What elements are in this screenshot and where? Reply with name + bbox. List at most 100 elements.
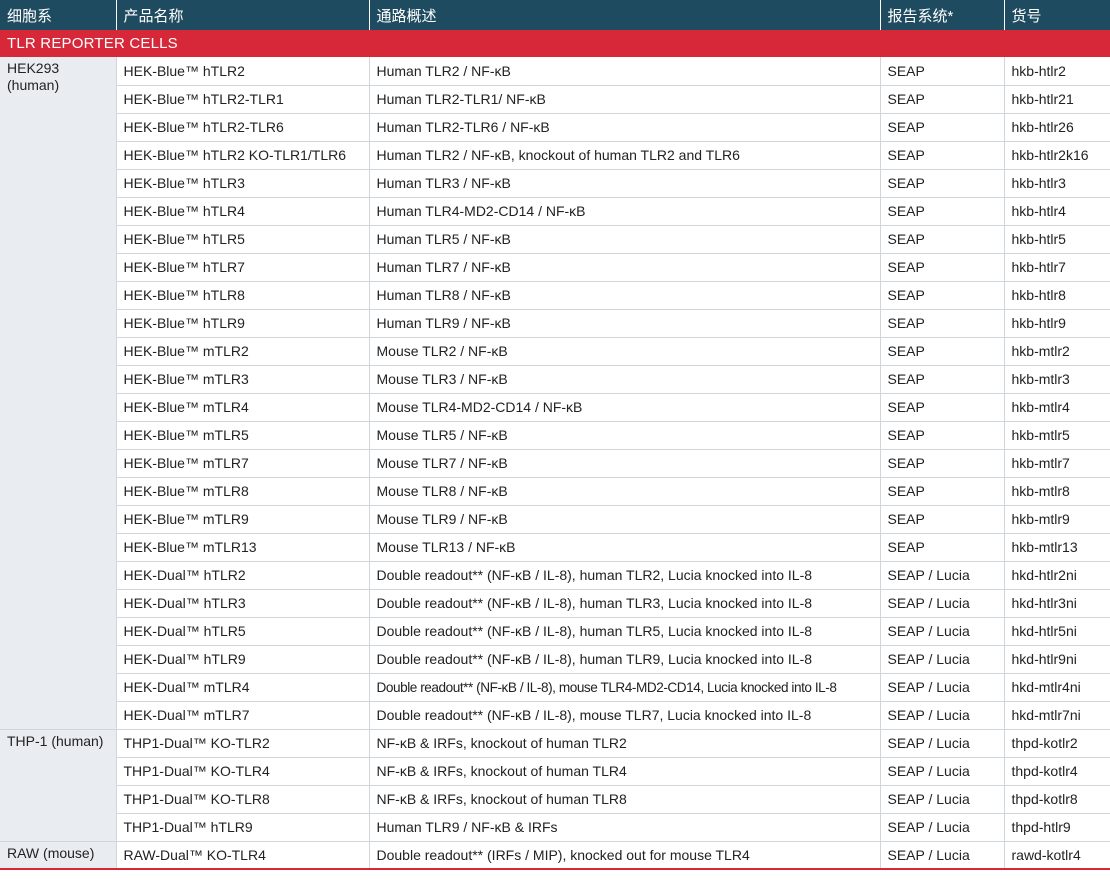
- pathway-summary: Double readout** (NF-κB / IL-8), human T…: [368, 645, 880, 674]
- catalog-number: hkd-htlr2ni: [1003, 561, 1110, 590]
- table-row: HEK-Dual™ mTLR4 Double readout** (NF-κB /…: [0, 673, 1110, 702]
- reporter-system: SEAP: [879, 449, 1004, 478]
- catalog-number: hkb-mtlr2: [1003, 337, 1110, 366]
- product-name: HEK-Blue™ mTLR9: [115, 505, 369, 534]
- catalog-number: hkd-htlr5ni: [1003, 617, 1110, 646]
- pathway-summary: Human TLR3 / NF-κB: [368, 169, 880, 198]
- catalog-number: hkb-htlr21: [1003, 85, 1110, 114]
- pathway-summary: Human TLR7 / NF-κB: [368, 253, 880, 282]
- reporter-system: SEAP: [879, 225, 1004, 254]
- product-name: HEK-Blue™ hTLR5: [115, 225, 369, 254]
- catalog-number: hkb-htlr2k16: [1003, 141, 1110, 170]
- product-name: THP1-Dual™ KO-TLR8: [115, 785, 369, 814]
- product-name: HEK-Blue™ hTLR9: [115, 309, 369, 338]
- catalog-number: hkb-mtlr5: [1003, 421, 1110, 450]
- table-row: HEK-Dual™ mTLR7 Double readout** (NF-κB /…: [0, 701, 1110, 730]
- table-row: HEK-Blue™ mTLR3 Mouse TLR3 / NF-κB SEAP hkb…: [0, 365, 1110, 394]
- product-name: THP1-Dual™ KO-TLR2: [115, 729, 369, 758]
- reporter-system: SEAP: [879, 85, 1004, 114]
- pathway-summary: Human TLR4-MD2-CD14 / NF-κB: [368, 197, 880, 226]
- product-name: HEK-Blue™ hTLR4: [115, 197, 369, 226]
- table-row: HEK-Blue™ mTLR9 Mouse TLR9 / NF-κB SEAP hkb…: [0, 505, 1110, 534]
- pathway-summary: Human TLR5 / NF-κB: [368, 225, 880, 254]
- table-row: HEK-Dual™ hTLR9 Double readout** (NF-κB /…: [0, 645, 1110, 674]
- catalog-number: hkb-mtlr13: [1003, 533, 1110, 562]
- product-name: THP1-Dual™ hTLR9: [115, 813, 369, 842]
- product-name: HEK-Blue™ mTLR3: [115, 365, 369, 394]
- reporter-system: SEAP / Lucia: [879, 645, 1004, 674]
- reporter-system: SEAP / Lucia: [879, 589, 1004, 618]
- catalog-number: hkb-mtlr9: [1003, 505, 1110, 534]
- product-name: HEK-Blue™ hTLR3: [115, 169, 369, 198]
- pathway-summary: Mouse TLR13 / NF-κB: [368, 533, 880, 562]
- pathway-summary: Human TLR2-TLR1/ NF-κB: [368, 85, 880, 114]
- table-row: HEK-Blue™ hTLR2-TLR1 Human TLR2-TLR1/ NF-…: [0, 85, 1110, 114]
- pathway-summary: Mouse TLR9 / NF-κB: [368, 505, 880, 534]
- catalog-number: thpd-kotlr8: [1003, 785, 1110, 814]
- product-name: HEK-Blue™ mTLR5: [115, 421, 369, 450]
- reporter-system: SEAP / Lucia: [879, 757, 1004, 786]
- reporter-system: SEAP / Lucia: [879, 841, 1004, 870]
- table-row: HEK-Blue™ mTLR2 Mouse TLR2 / NF-κB SEAP hkb…: [0, 337, 1110, 366]
- catalog-number: hkb-htlr2: [1003, 57, 1110, 86]
- catalog-number: hkd-mtlr7ni: [1003, 701, 1110, 730]
- catalog-number: hkb-htlr4: [1003, 197, 1110, 226]
- pathway-summary: Double readout** (NF-κB / IL-8), human T…: [368, 561, 880, 590]
- reporter-system: SEAP / Lucia: [879, 729, 1004, 758]
- table-row: RAW (mouse) RAW-Dual™ KO-TLR4 Double reado…: [0, 841, 1110, 870]
- reporter-system: SEAP: [879, 281, 1004, 310]
- reporter-system: SEAP: [879, 113, 1004, 142]
- table-row: HEK-Blue™ mTLR8 Mouse TLR8 / NF-κB SEAP hkb…: [0, 477, 1110, 506]
- pathway-summary: NF-κB & IRFs, knockout of human TLR2: [368, 729, 880, 758]
- pathway-summary: Double readout** (IRFs / MIP), knocked o…: [368, 841, 880, 870]
- catalog-number: thpd-kotlr4: [1003, 757, 1110, 786]
- reporter-system: SEAP / Lucia: [879, 561, 1004, 590]
- reporter-cells-table: 细胞系 产品名称 通路概述 报告系统* 货号 TLR REPORTER CELL…: [0, 0, 1110, 870]
- product-name: HEK-Blue™ mTLR13: [115, 533, 369, 562]
- pathway-summary: Human TLR2-TLR6 / NF-κB: [368, 113, 880, 142]
- table-row: HEK-Blue™ mTLR13 Mouse TLR13 / NF-κB SEAP h…: [0, 533, 1110, 562]
- catalog-number: hkb-mtlr8: [1003, 477, 1110, 506]
- product-name: HEK-Blue™ hTLR2 KO-TLR1/TLR6: [115, 141, 369, 170]
- reporter-system: SEAP / Lucia: [879, 701, 1004, 730]
- table-row: THP1-Dual™ KO-TLR8 NF-κB & IRFs, knockout…: [0, 785, 1110, 814]
- product-name: HEK-Dual™ hTLR2: [115, 561, 369, 590]
- reporter-system: SEAP / Lucia: [879, 785, 1004, 814]
- catalog-number: hkd-htlr3ni: [1003, 589, 1110, 618]
- product-name: HEK-Dual™ hTLR5: [115, 617, 369, 646]
- product-name: RAW-Dual™ KO-TLR4: [115, 841, 369, 870]
- table-row: HEK-Blue™ hTLR7 Human TLR7 / NF-κB SEAP hkb…: [0, 253, 1110, 282]
- reporter-system: SEAP / Lucia: [879, 813, 1004, 842]
- reporter-system: SEAP: [879, 477, 1004, 506]
- table-header-row: 细胞系 产品名称 通路概述 报告系统* 货号: [0, 0, 1110, 30]
- catalog-number: hkb-mtlr7: [1003, 449, 1110, 478]
- catalog-number: hkb-mtlr4: [1003, 393, 1110, 422]
- product-name: HEK-Dual™ mTLR4: [115, 673, 369, 702]
- table-row: THP-1 (human) THP1-Dual™ KO-TLR2 NF-κB & I…: [0, 729, 1110, 842]
- product-name: HEK-Blue™ mTLR8: [115, 477, 369, 506]
- product-name: HEK-Blue™ mTLR4: [115, 393, 369, 422]
- catalog-number: hkb-htlr8: [1003, 281, 1110, 310]
- product-name: HEK-Dual™ mTLR7: [115, 701, 369, 730]
- table-row: HEK-Blue™ hTLR2-TLR6 Human TLR2-TLR6 / NF…: [0, 113, 1110, 142]
- reporter-system: SEAP: [879, 141, 1004, 170]
- table-row: HEK293 (human) HEK-Blue™ hTLR2 Human TLR2 …: [0, 57, 1110, 730]
- reporter-system: SEAP: [879, 337, 1004, 366]
- table-row: HEK-Blue™ hTLR9 Human TLR9 / NF-κB SEAP hkb…: [0, 309, 1110, 338]
- pathway-summary: Mouse TLR5 / NF-κB: [368, 421, 880, 450]
- section-row: TLR REPORTER CELLS: [0, 30, 1110, 57]
- catalog-number: hkb-htlr26: [1003, 113, 1110, 142]
- section-title: TLR REPORTER CELLS: [0, 30, 1110, 57]
- reporter-system: SEAP: [879, 309, 1004, 338]
- product-name: HEK-Blue™ hTLR2: [115, 57, 369, 86]
- header-pathway-summary: 通路概述: [368, 0, 880, 30]
- header-cell-line: 细胞系: [0, 0, 116, 30]
- pathway-summary: Mouse TLR4-MD2-CD14 / NF-κB: [368, 393, 880, 422]
- table-row: THP1-Dual™ KO-TLR4 NF-κB & IRFs, knockout…: [0, 757, 1110, 786]
- reporter-system: SEAP: [879, 505, 1004, 534]
- table-row: HEK-Dual™ hTLR2 Double readout** (NF-κB /…: [0, 561, 1110, 590]
- pathway-summary: Human TLR2 / NF-κB, knockout of human TL…: [368, 141, 880, 170]
- catalog-number: hkb-htlr9: [1003, 309, 1110, 338]
- catalog-number: hkb-htlr3: [1003, 169, 1110, 198]
- product-name: HEK-Blue™ hTLR8: [115, 281, 369, 310]
